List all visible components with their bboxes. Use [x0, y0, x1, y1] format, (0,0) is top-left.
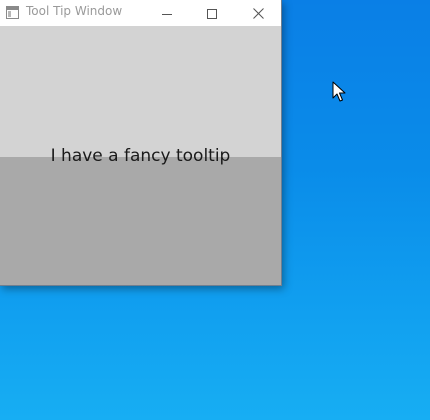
bottom-pane	[0, 157, 281, 285]
desktop-background: Tool Tip Window I have a fancy tooltip	[0, 0, 430, 420]
tooltip-label[interactable]: I have a fancy tooltip	[0, 146, 281, 166]
arrow-cursor-icon	[332, 81, 346, 103]
window-client-area: I have a fancy tooltip	[0, 26, 281, 285]
close-icon	[252, 4, 264, 23]
maximize-icon	[207, 4, 217, 23]
app-window-icon	[6, 4, 19, 19]
title-bar[interactable]: Tool Tip Window	[0, 0, 281, 26]
tool-tip-window[interactable]: Tool Tip Window I have a fancy tooltip	[0, 0, 282, 286]
top-pane	[0, 26, 281, 157]
maximize-button[interactable]	[189, 0, 235, 26]
window-title: Tool Tip Window	[26, 4, 123, 18]
close-button[interactable]	[235, 0, 281, 26]
minimize-button[interactable]	[144, 0, 190, 26]
minimize-icon	[162, 4, 172, 23]
